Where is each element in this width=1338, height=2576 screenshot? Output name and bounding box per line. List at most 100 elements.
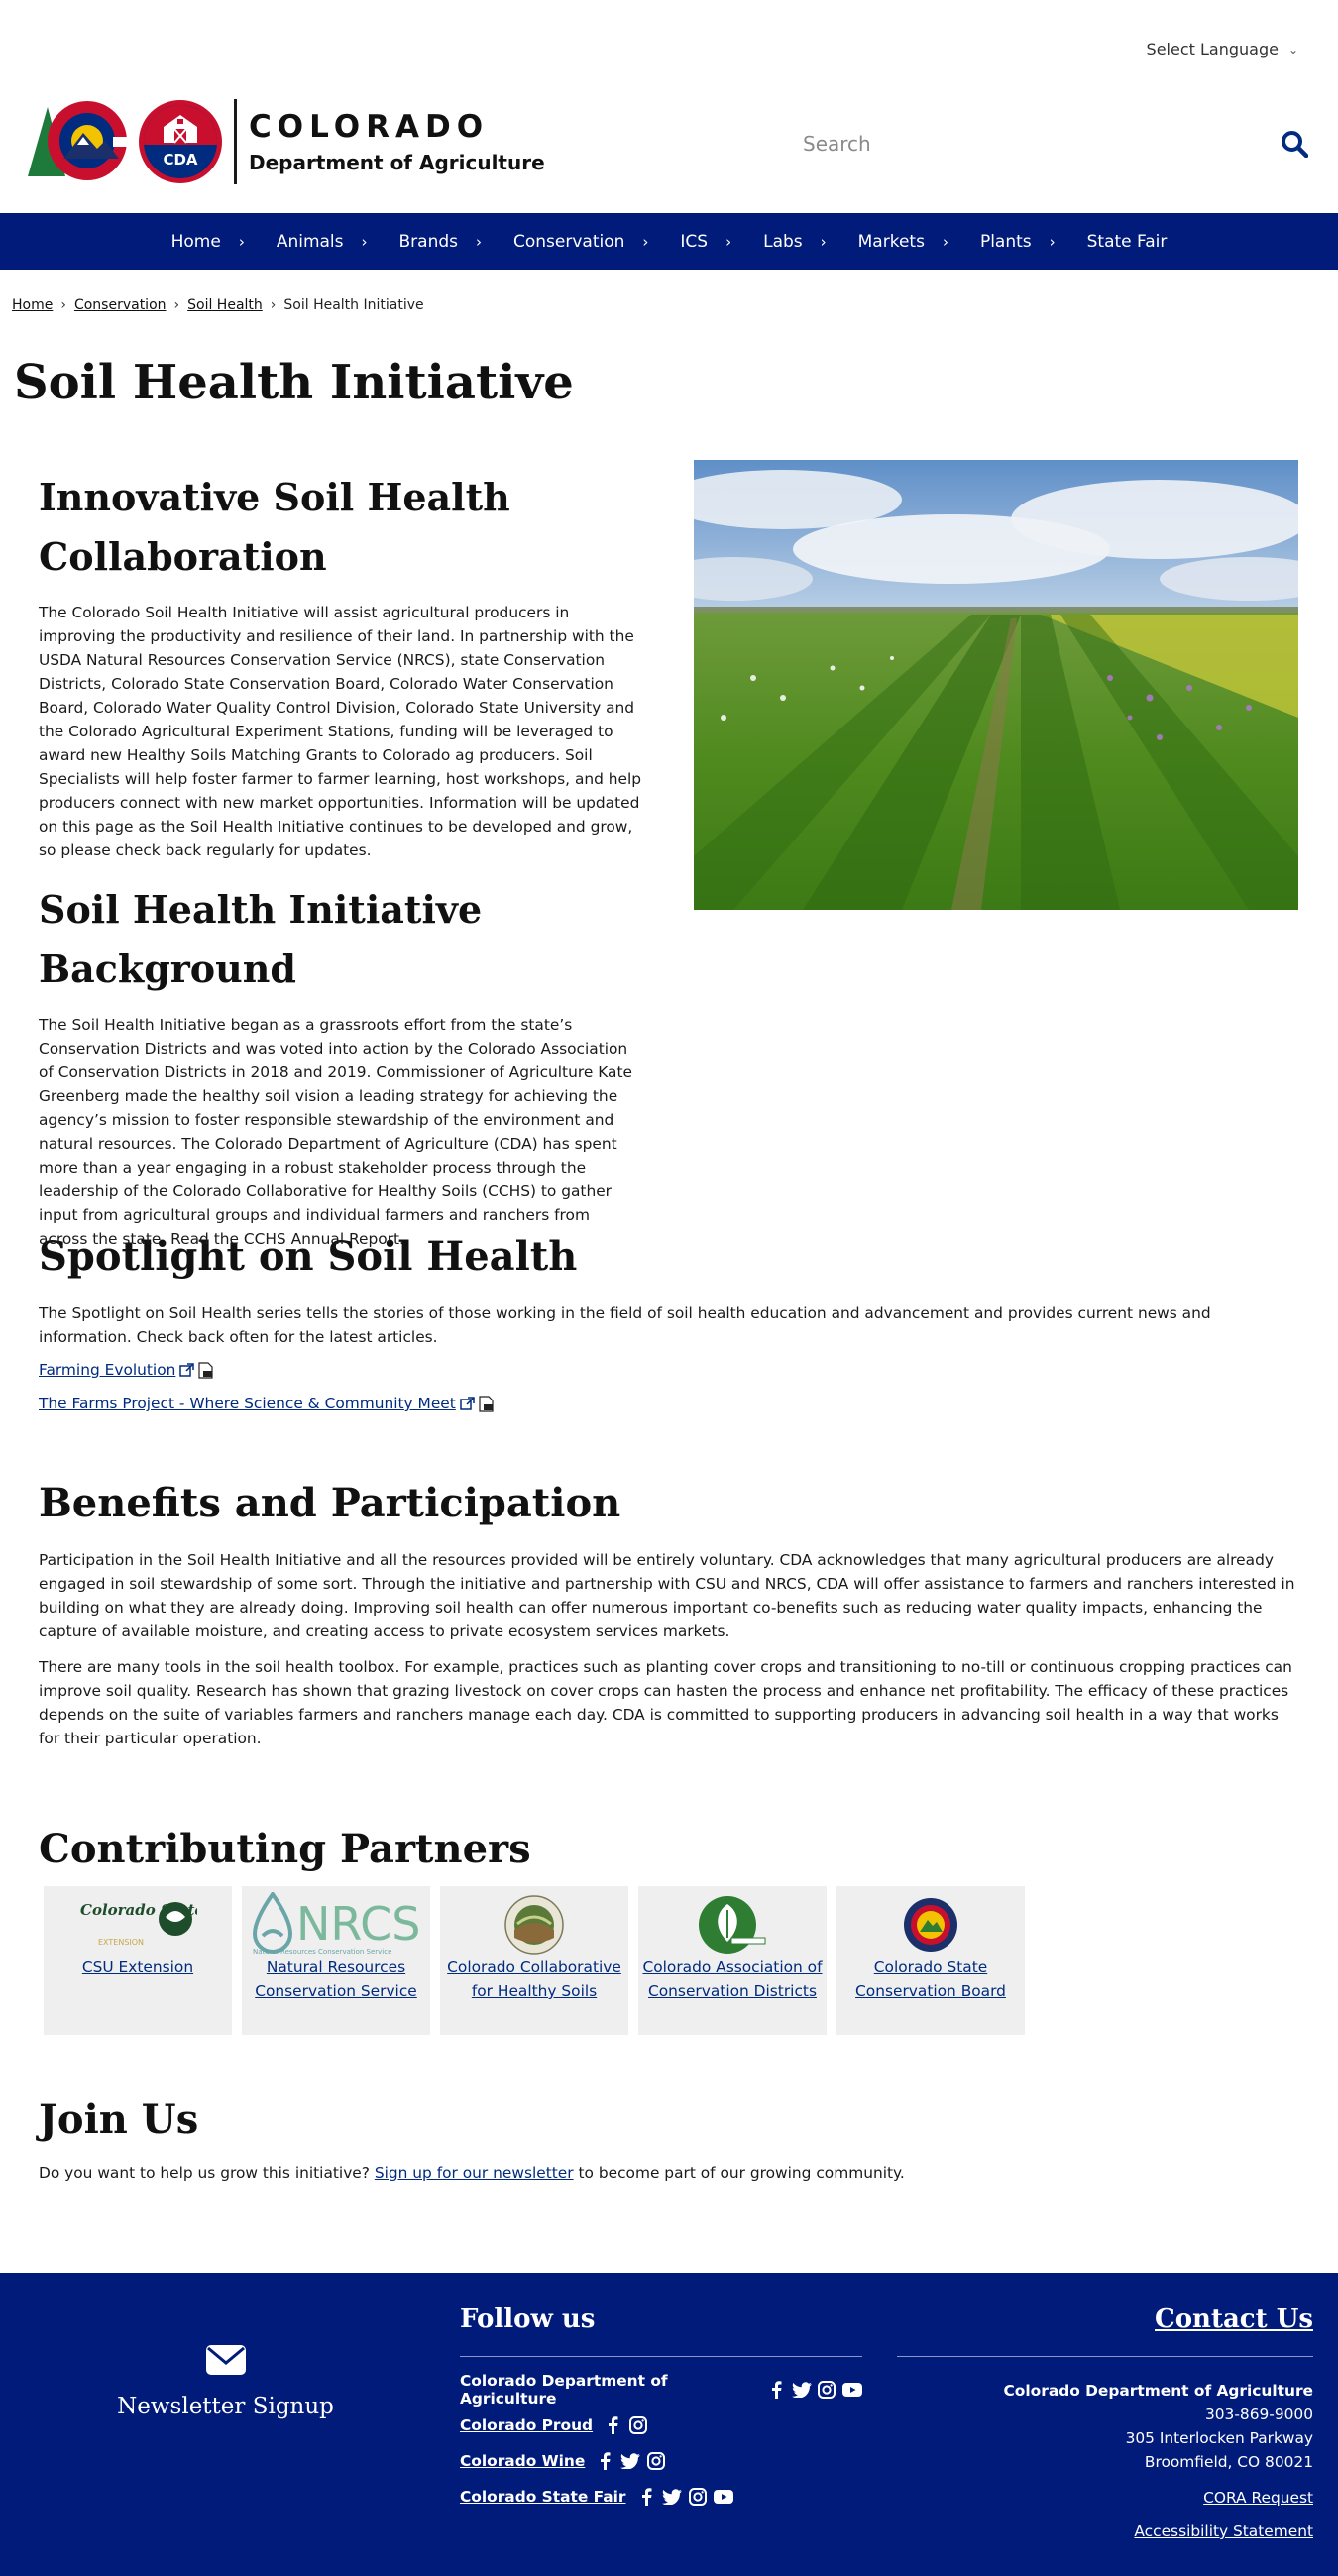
background-heading: Soil Health Initiative Background (39, 887, 483, 991)
nrcs-link[interactable]: Natural Resources Conservation Service (242, 1956, 430, 2003)
youtube-icon[interactable] (841, 2380, 862, 2400)
nav-item-labs[interactable]: Labs › (747, 232, 842, 252)
intro-text-column: Innovative Soil Health Collaboration The… (39, 468, 643, 1269)
accessibility-row: Accessibility Statement (897, 2520, 1313, 2543)
nav-item-state-fair[interactable]: State Fair (1071, 232, 1183, 252)
breadcrumb-separator-icon: › (270, 297, 277, 313)
nav-item-label: Home (170, 231, 221, 252)
nav-item-conservation[interactable]: Conservation › (498, 232, 664, 252)
chevron-right-icon: › (238, 232, 245, 251)
partner-card-cchs: Colorado Collaborative for Healthy Soils (440, 1886, 628, 2035)
search-bar (803, 127, 1308, 161)
join-text-after: to become part of our growing community. (573, 2164, 905, 2182)
newsletter-signup-label: Newsletter Signup (117, 2394, 334, 2419)
breadcrumb-soil-health-link[interactable]: Soil Health (187, 297, 263, 313)
follow-row-colorado-proud: Colorado Proud (460, 2414, 862, 2436)
site-footer: Newsletter Signup Follow us Colorado Dep… (0, 2273, 1338, 2576)
facebook-icon[interactable] (603, 2415, 622, 2435)
csu-extension-logo-icon: Colorado State EXTENSION (78, 1894, 197, 1956)
colorado-proud-link[interactable]: Colorado Proud (460, 2416, 593, 2434)
language-select-label: Select Language (1146, 40, 1279, 58)
accessibility-statement-link[interactable]: Accessibility Statement (1134, 2522, 1313, 2540)
cscb-link[interactable]: Colorado State Conservation Board (836, 1956, 1025, 2003)
follow-row-state-fair: Colorado State Fair (460, 2486, 862, 2508)
innovative-collaboration-paragraph: The Colorado Soil Health Initiative will… (39, 604, 642, 859)
cacd-link[interactable]: Colorado Association of Conservation Dis… (638, 1956, 827, 2003)
instagram-icon[interactable] (646, 2451, 666, 2471)
nav-item-label: Brands (398, 231, 459, 252)
nav-item-label: Animals (276, 231, 344, 252)
pdf-file-icon (479, 1395, 494, 1412)
partner-grid: Colorado State EXTENSION CSU Extension N… (39, 1886, 1299, 2035)
join-paragraph: Do you want to help us grow this initiat… (39, 2161, 1299, 2184)
contact-heading: Contact Us (897, 2304, 1313, 2357)
nav-item-label: Markets (857, 231, 925, 252)
youtube-icon[interactable] (713, 2487, 733, 2507)
follow-row-cda: Colorado Department of Agriculture (460, 2372, 862, 2408)
twitter-icon[interactable] (791, 2380, 812, 2400)
follow-row-colorado-wine: Colorado Wine (460, 2450, 862, 2472)
nav-item-markets[interactable]: Markets › (842, 232, 964, 252)
newsletter-signup-block[interactable]: Newsletter Signup (79, 2344, 372, 2419)
colorado-state-fair-link[interactable]: Colorado State Fair (460, 2488, 626, 2506)
benefits-heading: Benefits and Participation (39, 1480, 621, 1526)
partner-card-nrcs: NRCS Natural Resources Conservation Serv… (242, 1886, 430, 2035)
twitter-icon[interactable] (620, 2451, 641, 2471)
cora-request-link[interactable]: CORA Request (1203, 2489, 1313, 2507)
search-input[interactable] (803, 132, 1219, 156)
contact-address-line-2: Broomfield, CO 80021 (1144, 2453, 1313, 2471)
facebook-icon[interactable] (595, 2451, 614, 2471)
join-section: Join Us Do you want to help us grow this… (0, 2096, 1338, 2184)
main-nav-list: Home › Animals › Brands › Conservation › ICS… (156, 232, 1183, 252)
csu-extension-link[interactable]: CSU Extension (82, 1956, 193, 1979)
breadcrumb-home-link[interactable]: Home (12, 297, 53, 313)
nav-item-label: State Fair (1086, 231, 1168, 252)
follow-us-heading: Follow us (460, 2304, 862, 2357)
colorado-wine-link[interactable]: Colorado Wine (460, 2452, 585, 2470)
contact-us-link[interactable]: Contact Us (1155, 2304, 1313, 2334)
contact-org: Colorado Department of Agriculture (1003, 2382, 1313, 2400)
instagram-icon[interactable] (818, 2380, 836, 2400)
pdf-file-icon (198, 1361, 213, 1379)
newsletter-signup-link[interactable]: Sign up for our newsletter (375, 2164, 574, 2182)
cda-logo[interactable]: CDA COLORADO Department of Agriculture (28, 97, 545, 186)
partner-card-csu: Colorado State EXTENSION CSU Extension (44, 1886, 232, 2035)
nav-item-label: ICS (680, 231, 709, 252)
follow-us-block: Follow us Colorado Department of Agricul… (460, 2304, 862, 2521)
nav-item-label: Plants (979, 231, 1032, 252)
partners-section: Contributing Partners Colorado State EXT… (0, 1826, 1338, 2035)
colorado-c-logo-icon (28, 97, 139, 186)
logo-wordmark: COLORADO Department of Agriculture (249, 109, 545, 174)
instagram-icon[interactable] (628, 2415, 648, 2435)
nav-item-animals[interactable]: Animals › (261, 232, 384, 252)
cacd-logo-icon (698, 1894, 767, 1956)
language-select[interactable]: Select Language ⌄ (1147, 40, 1298, 58)
main-nav: Home › Animals › Brands › Conservation › ICS… (0, 213, 1338, 270)
facebook-icon[interactable] (767, 2380, 786, 2400)
instagram-icon[interactable] (688, 2487, 708, 2507)
spotlight-paragraph: The Spotlight on Soil Health series tell… (39, 1304, 1211, 1346)
cda-badge-text: CDA (163, 151, 198, 168)
logo-word-top: COLORADO (249, 109, 490, 145)
farms-project-link[interactable]: The Farms Project - Where Science & Comm… (39, 1395, 456, 1412)
join-heading: Join Us (39, 2096, 199, 2143)
breadcrumb-conservation-link[interactable]: Conservation (74, 297, 167, 313)
cda-badge-icon: CDA (139, 100, 222, 183)
nav-item-brands[interactable]: Brands › (384, 232, 499, 252)
cchs-logo-icon (503, 1894, 565, 1956)
envelope-icon (205, 2344, 247, 2380)
search-icon[interactable] (1281, 130, 1308, 158)
farming-evolution-link[interactable]: Farming Evolution (39, 1361, 175, 1379)
twitter-icon[interactable] (661, 2487, 682, 2507)
cchs-link[interactable]: Colorado Collaborative for Healthy Soils (440, 1956, 628, 2003)
logo-divider (234, 99, 237, 184)
background-paragraph: The Soil Health Initiative began as a gr… (39, 1016, 632, 1248)
nav-item-home[interactable]: Home › (156, 232, 261, 252)
nav-item-label: Conservation (513, 231, 625, 252)
nav-item-ics[interactable]: ICS › (664, 232, 747, 252)
partner-card-cscb: Colorado State Conservation Board (836, 1886, 1025, 2035)
nav-item-plants[interactable]: Plants › (964, 232, 1071, 252)
breadcrumb-separator-icon: › (60, 297, 66, 313)
facebook-icon[interactable] (636, 2487, 656, 2507)
chevron-down-icon: ⌄ (1287, 42, 1298, 56)
